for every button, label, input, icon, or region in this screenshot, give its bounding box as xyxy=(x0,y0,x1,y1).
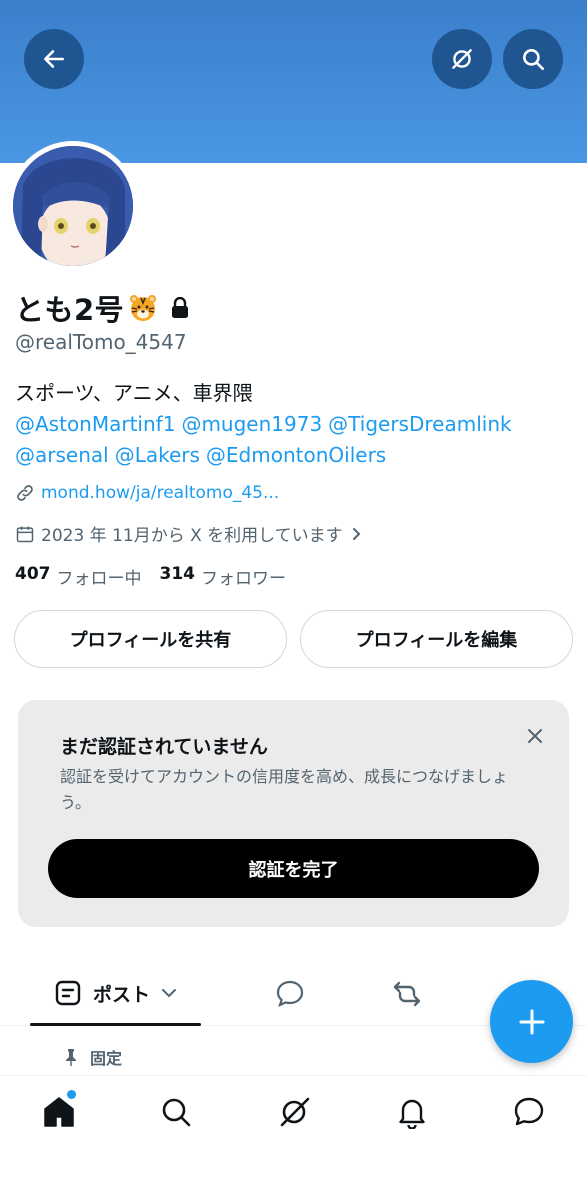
active-tab-indicator xyxy=(30,1023,201,1026)
bio-mentions-line: @AstonMartinf1 @mugen1973 @TigersDreamlink xyxy=(15,409,575,440)
tab-replies-icon[interactable] xyxy=(274,978,306,1010)
chevron-down-icon xyxy=(162,989,176,998)
mention-link[interactable]: @mugen1973 xyxy=(181,412,322,436)
lock-icon xyxy=(172,297,189,318)
close-icon[interactable] xyxy=(523,724,547,748)
joined-text: 2023 年 11月から X を利用しています xyxy=(41,526,343,546)
home-icon[interactable] xyxy=(42,1095,76,1129)
followers-link[interactable]: 314 フォロワー xyxy=(160,564,287,589)
mention-link[interactable]: @Lakers xyxy=(115,443,200,467)
profile-link[interactable]: mond.how/ja/realtomo_45... xyxy=(41,483,279,503)
pin-icon xyxy=(66,1049,76,1066)
profile-link-row: mond.how/ja/realtomo_45... xyxy=(15,483,279,503)
followers-label: フォロワー xyxy=(201,569,286,589)
grok-icon xyxy=(452,49,472,69)
mention-link[interactable]: @arsenal xyxy=(15,443,109,467)
mention-link[interactable]: @TigersDreamlink xyxy=(328,412,511,436)
verification-title: まだ認証されていません xyxy=(60,736,268,758)
edit-profile-button[interactable]: プロフィールを編集 xyxy=(300,610,573,668)
back-button[interactable] xyxy=(24,29,84,89)
bio: スポーツ、アニメ、車界隈 @AstonMartinf1 @mugen1973 @Ti… xyxy=(15,378,575,471)
tab-posts-label: ポスト xyxy=(92,983,150,1006)
bio-mentions-line: @arsenal @Lakers @EdmontonOilers xyxy=(15,440,575,471)
bio-text: スポーツ、アニメ、車界隈 xyxy=(15,381,253,405)
share-profile-button[interactable]: プロフィールを共有 xyxy=(14,610,287,668)
search-icon xyxy=(523,49,545,71)
post-list-icon xyxy=(55,980,81,1006)
pinned-label-row: 固定 xyxy=(62,1045,122,1069)
calendar-icon xyxy=(16,526,34,542)
pinned-label: 固定 xyxy=(90,1049,123,1068)
plus-icon xyxy=(519,1009,544,1034)
user-handle: @realTomo_4547 xyxy=(15,330,187,354)
notification-dot xyxy=(67,1090,76,1099)
following-label: フォロー中 xyxy=(56,569,142,589)
mention-link[interactable]: @EdmontonOilers xyxy=(206,443,386,467)
display-name: とも2号 xyxy=(15,293,125,327)
bell-icon[interactable] xyxy=(395,1095,429,1129)
follow-stats: 407 フォロー中 314 フォロワー xyxy=(15,564,304,589)
tab-posts[interactable]: ポスト xyxy=(30,960,201,1026)
grok-icon[interactable] xyxy=(277,1095,311,1129)
chevron-right-icon xyxy=(352,527,361,540)
complete-verification-button[interactable]: 認証を完了 xyxy=(48,839,539,898)
compose-post-button[interactable] xyxy=(490,980,573,1063)
avatar xyxy=(13,146,133,266)
mention-link[interactable]: @AstonMartinf1 xyxy=(15,412,175,436)
profile-banner[interactable] xyxy=(0,0,587,163)
followers-count: 314 xyxy=(159,564,196,584)
verification-card: まだ認証されていません 認証を受けてアカウントの信用度を高め、成長につなげましょ… xyxy=(18,700,569,927)
name-row: とも2号 xyxy=(15,287,190,329)
arrow-left-icon xyxy=(44,50,64,68)
bottom-navigation xyxy=(0,1075,587,1200)
joined-row[interactable]: 2023 年 11月から X を利用しています xyxy=(15,521,369,546)
tab-reposts-icon[interactable] xyxy=(391,978,423,1010)
grok-button[interactable] xyxy=(432,29,492,89)
avatar-frame[interactable] xyxy=(8,141,138,271)
link-icon xyxy=(17,485,33,501)
verification-description: 認証を受けてアカウントの信用度を高め、成長につなげましょう。 xyxy=(60,767,509,812)
message-icon[interactable] xyxy=(512,1095,546,1129)
search-icon[interactable] xyxy=(159,1095,193,1129)
tiger-face-icon xyxy=(130,295,157,321)
search-button[interactable] xyxy=(503,29,563,89)
following-link[interactable]: 407 フォロー中 xyxy=(15,564,142,589)
following-count: 407 xyxy=(15,564,51,584)
